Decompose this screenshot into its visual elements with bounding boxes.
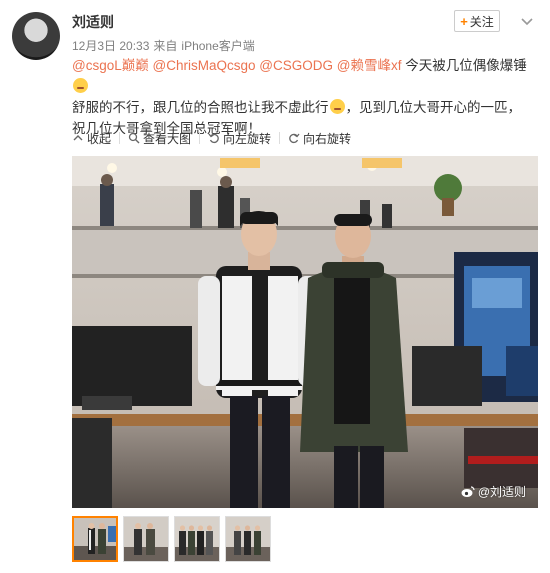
view-large-label: 查看大图: [143, 131, 192, 146]
mention-link[interactable]: @CSGODG: [259, 58, 333, 73]
mention-link[interactable]: @ChrisMaQcsgo: [153, 58, 256, 73]
post-text-part1: 今天被几位偶像爆锤: [401, 58, 527, 73]
rotate-left-button[interactable]: 向左旋转: [208, 130, 271, 147]
rotate-right-button[interactable]: 向右旋转: [288, 130, 351, 147]
watermark-handle: @刘适则: [477, 485, 526, 499]
rotate-right-icon: [289, 133, 300, 144]
thumbnail[interactable]: [225, 516, 271, 562]
post-source[interactable]: iPhone客户端: [181, 39, 254, 53]
thumbnail-strip: [72, 516, 271, 562]
username[interactable]: 刘适则: [72, 12, 114, 32]
chevron-down-icon[interactable]: [520, 14, 534, 28]
post-photo[interactable]: @刘适则: [72, 156, 538, 508]
emoji-icon: [73, 78, 88, 93]
emoji-icon: [329, 99, 345, 114]
avatar[interactable]: [12, 12, 60, 60]
thumbnail[interactable]: [174, 516, 220, 562]
follow-button[interactable]: + 关注: [454, 10, 500, 32]
plus-icon: +: [460, 13, 468, 29]
magnifier-icon: [128, 132, 140, 144]
collapse-button[interactable]: 收起: [72, 130, 111, 147]
collapse-icon: [73, 135, 83, 141]
photo-watermark: @刘适则: [461, 483, 526, 500]
post-meta: 12月3日 20:33 来自 iPhone客户端: [72, 37, 259, 54]
image-toolbar: 收起 查看大图 向左旋转 向右旋转: [72, 128, 351, 148]
source-prefix: 来自: [153, 39, 178, 53]
post-date[interactable]: 12月3日 20:33: [72, 39, 149, 53]
post-text-part2: 舒服的不行，跟几位的合照也让我不虚此行: [72, 100, 329, 115]
mention-link[interactable]: @赖雪峰xf: [337, 58, 402, 73]
photo-illustration: [72, 156, 538, 508]
view-large-button[interactable]: 查看大图: [128, 130, 191, 147]
rotate-right-label: 向右旋转: [303, 131, 352, 146]
rotate-left-label: 向左旋转: [223, 131, 272, 146]
post-text: @csgoL巅巅 @ChrisMaQcsgo @CSGODG @赖雪峰xf 今天…: [72, 55, 534, 139]
toolbar-divider: [119, 132, 121, 144]
thumbnail[interactable]: [123, 516, 169, 562]
thumbnail[interactable]: [72, 516, 118, 562]
follow-label: 关注: [469, 14, 494, 29]
rotate-left-icon: [208, 133, 219, 144]
collapse-label: 收起: [87, 131, 112, 146]
mention-link[interactable]: @csgoL巅巅: [72, 58, 149, 73]
toolbar-divider: [279, 132, 281, 144]
toolbar-divider: [199, 132, 201, 144]
weibo-logo-icon: [461, 485, 475, 497]
